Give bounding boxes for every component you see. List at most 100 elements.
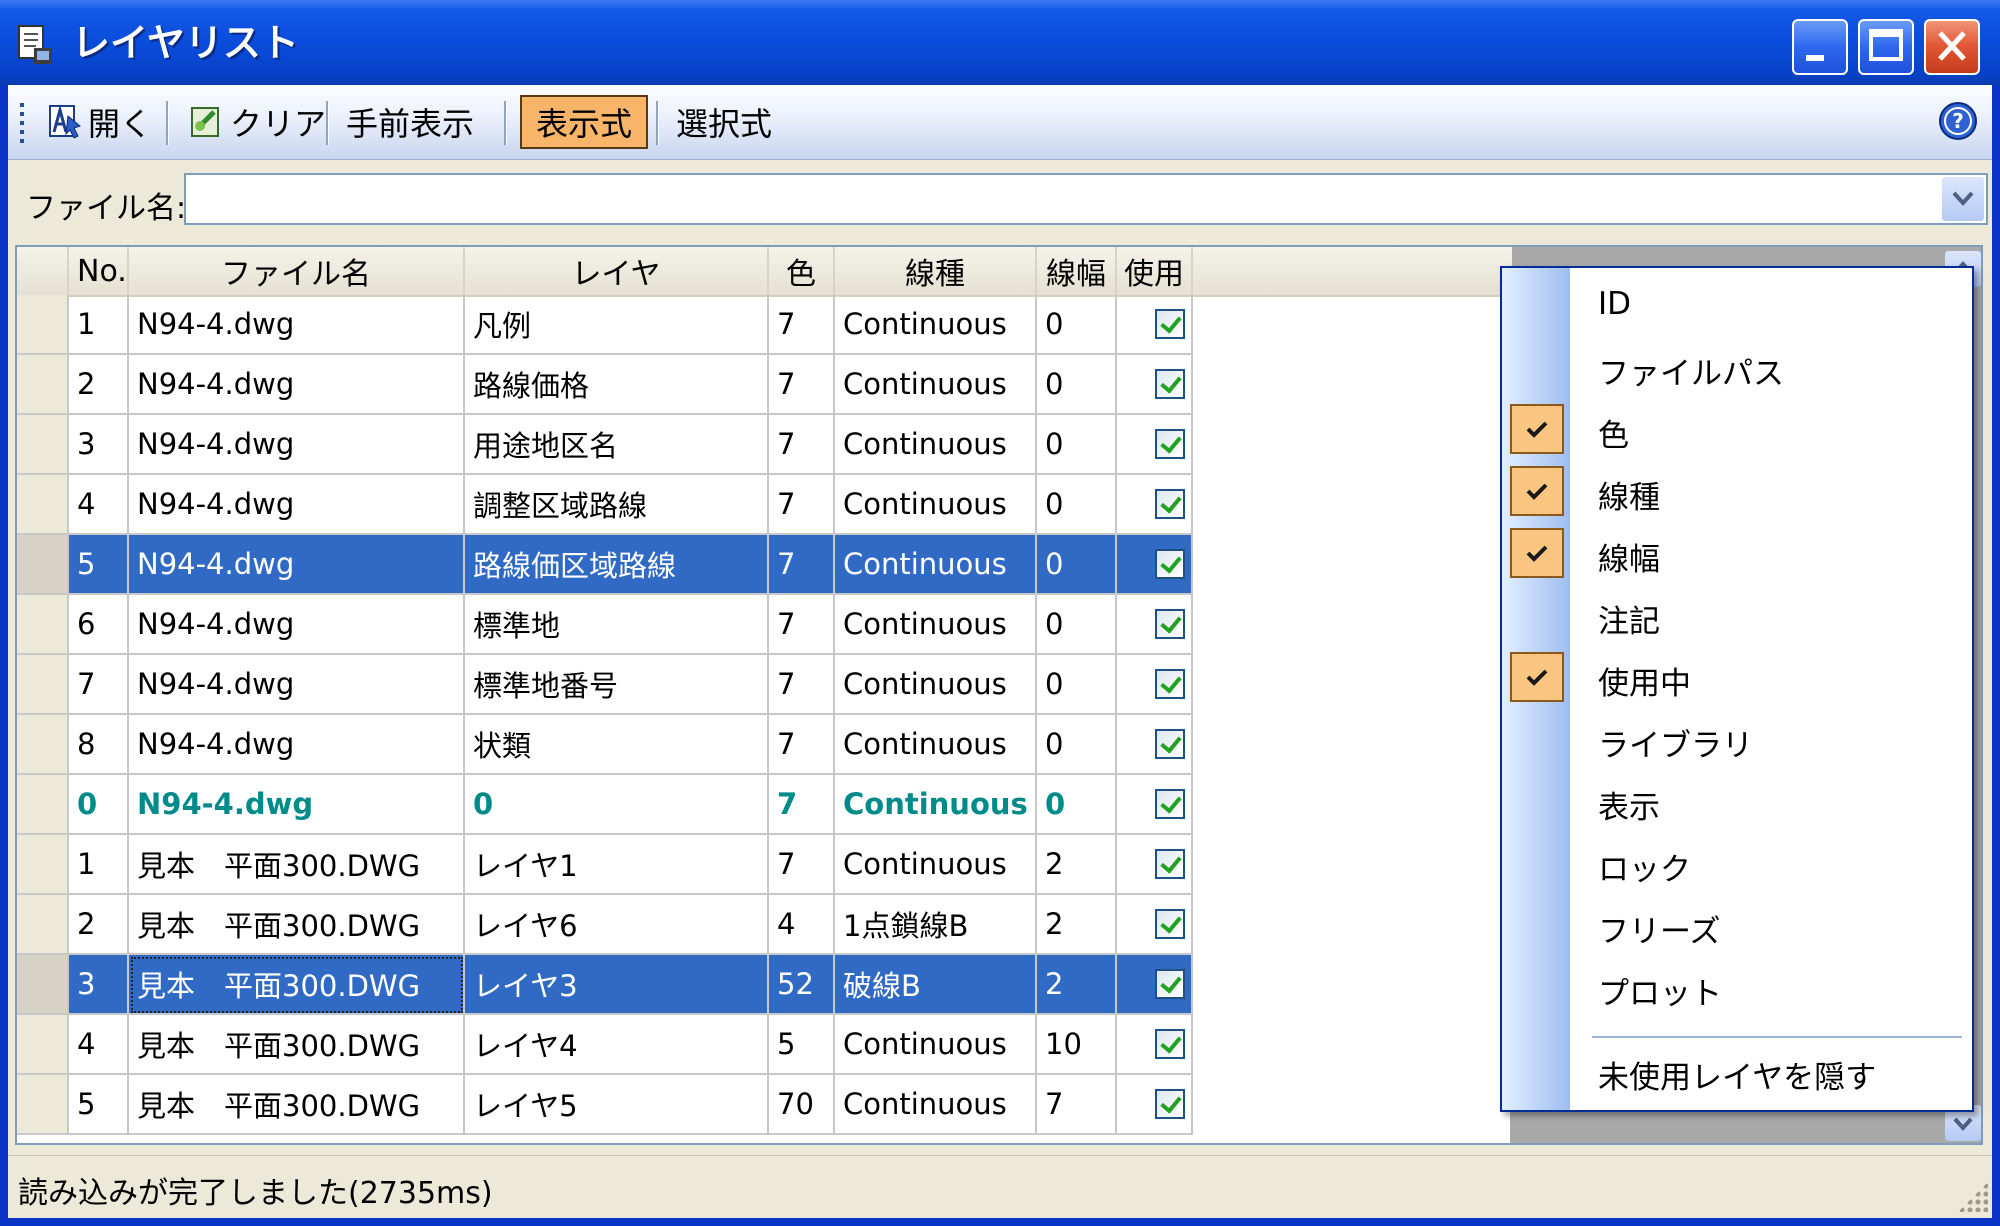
cell-no[interactable]: 3 [69, 955, 129, 1015]
cell-layer[interactable]: 状類 [465, 715, 769, 775]
used-checkbox[interactable] [1155, 549, 1185, 579]
maximize-button[interactable] [1858, 19, 1914, 75]
cell-used[interactable] [1117, 955, 1193, 1015]
cell-no[interactable]: 5 [69, 535, 129, 595]
table-row[interactable]: 3 N94-4.dwg 用途地区名 7 Continuous 0 [17, 415, 1512, 475]
cell-width[interactable]: 0 [1037, 775, 1117, 835]
cell-color[interactable]: 5 [769, 1015, 835, 1075]
cell-linetype[interactable]: Continuous [835, 655, 1037, 715]
cell-used[interactable] [1117, 535, 1193, 595]
cell-no[interactable]: 7 [69, 655, 129, 715]
cell-layer[interactable]: レイヤ4 [465, 1015, 769, 1075]
cell-width[interactable]: 10 [1037, 1015, 1117, 1075]
cell-file[interactable]: 見本 平面300.DWG [129, 1075, 465, 1135]
open-button[interactable]: 開く [36, 95, 160, 149]
used-checkbox[interactable] [1155, 909, 1185, 939]
used-checkbox[interactable] [1155, 669, 1185, 699]
column-header-used[interactable]: 使用 [1117, 247, 1193, 295]
cell-used[interactable] [1117, 1075, 1193, 1135]
cell-color[interactable]: 7 [769, 715, 835, 775]
cell-used[interactable] [1117, 895, 1193, 955]
cell-color[interactable]: 7 [769, 535, 835, 595]
cell-color[interactable]: 7 [769, 295, 835, 355]
cell-file[interactable]: N94-4.dwg [129, 775, 465, 835]
cell-file[interactable]: 見本 平面300.DWG [129, 895, 465, 955]
cell-color[interactable]: 4 [769, 895, 835, 955]
column-header-file[interactable]: ファイル名 [129, 247, 465, 295]
cell-color[interactable]: 7 [769, 655, 835, 715]
cell-linetype[interactable]: Continuous [835, 535, 1037, 595]
cell-layer[interactable]: 用途地区名 [465, 415, 769, 475]
menu-item[interactable]: 注記 [1502, 584, 1972, 646]
cell-linetype[interactable]: 1点鎖線B [835, 895, 1037, 955]
column-header-no[interactable]: No. [69, 247, 129, 295]
cell-file[interactable]: N94-4.dwg [129, 295, 465, 355]
used-checkbox[interactable] [1155, 729, 1185, 759]
minimize-button[interactable] [1792, 19, 1848, 75]
cell-no[interactable]: 1 [69, 295, 129, 355]
select-expression-button[interactable]: 選択式 [668, 95, 780, 149]
cell-width[interactable]: 2 [1037, 955, 1117, 1015]
cell-width[interactable]: 0 [1037, 655, 1117, 715]
clear-button[interactable]: クリア [178, 95, 334, 149]
cell-file[interactable]: N94-4.dwg [129, 475, 465, 535]
close-button[interactable] [1924, 19, 1980, 75]
cell-color[interactable]: 7 [769, 415, 835, 475]
cell-layer[interactable]: 路線価区域路線 [465, 535, 769, 595]
used-checkbox[interactable] [1155, 369, 1185, 399]
cell-color[interactable]: 52 [769, 955, 835, 1015]
cell-used[interactable] [1117, 775, 1193, 835]
menu-item[interactable]: ファイルパス [1502, 336, 1972, 398]
cell-layer[interactable]: 標準地 [465, 595, 769, 655]
used-checkbox[interactable] [1155, 429, 1185, 459]
used-checkbox[interactable] [1155, 849, 1185, 879]
cell-used[interactable] [1117, 1015, 1193, 1075]
table-row[interactable]: 2 N94-4.dwg 路線価格 7 Continuous 0 [17, 355, 1512, 415]
cell-color[interactable]: 7 [769, 775, 835, 835]
bring-front-button[interactable]: 手前表示 [338, 95, 482, 149]
cell-linetype[interactable]: Continuous [835, 1015, 1037, 1075]
used-checkbox[interactable] [1155, 969, 1185, 999]
used-checkbox[interactable] [1155, 609, 1185, 639]
table-row[interactable]: 5 N94-4.dwg 路線価区域路線 7 Continuous 0 [17, 535, 1512, 595]
used-checkbox[interactable] [1155, 309, 1185, 339]
cell-linetype[interactable]: Continuous [835, 775, 1037, 835]
menu-item[interactable]: プロット [1502, 956, 1972, 1018]
row-header[interactable] [17, 895, 69, 955]
resize-grip[interactable] [1958, 1182, 1988, 1212]
table-row[interactable]: 1 N94-4.dwg 凡例 7 Continuous 0 [17, 295, 1512, 355]
row-header[interactable] [17, 415, 69, 475]
menu-item[interactable]: 使用中 [1502, 646, 1972, 708]
used-checkbox[interactable] [1155, 1029, 1185, 1059]
cell-width[interactable]: 0 [1037, 535, 1117, 595]
cell-width[interactable]: 0 [1037, 715, 1117, 775]
cell-width[interactable]: 7 [1037, 1075, 1117, 1135]
row-header[interactable] [17, 595, 69, 655]
cell-used[interactable] [1117, 415, 1193, 475]
column-header-linetype[interactable]: 線種 [835, 247, 1037, 295]
table-row[interactable]: 8 N94-4.dwg 状類 7 Continuous 0 [17, 715, 1512, 775]
table-row[interactable]: 3 見本 平面300.DWG レイヤ3 52 破線B 2 [17, 955, 1512, 1015]
cell-no[interactable]: 3 [69, 415, 129, 475]
cell-layer[interactable]: レイヤ3 [465, 955, 769, 1015]
cell-layer[interactable]: レイヤ1 [465, 835, 769, 895]
cell-linetype[interactable]: Continuous [835, 715, 1037, 775]
menu-item-hide-unused[interactable]: 未使用レイヤを隠す [1502, 1040, 1972, 1102]
cell-file[interactable]: N94-4.dwg [129, 535, 465, 595]
cell-color[interactable]: 70 [769, 1075, 835, 1135]
cell-no[interactable]: 4 [69, 475, 129, 535]
display-expression-button[interactable]: 表示式 [520, 95, 648, 149]
row-header[interactable] [17, 475, 69, 535]
cell-linetype[interactable]: Continuous [835, 1075, 1037, 1135]
cell-no[interactable]: 5 [69, 1075, 129, 1135]
cell-layer[interactable]: 調整区域路線 [465, 475, 769, 535]
cell-linetype[interactable]: Continuous [835, 835, 1037, 895]
filename-combobox[interactable] [184, 173, 1988, 225]
used-checkbox[interactable] [1155, 489, 1185, 519]
cell-file[interactable]: N94-4.dwg [129, 595, 465, 655]
cell-linetype[interactable]: Continuous [835, 295, 1037, 355]
cell-no[interactable]: 4 [69, 1015, 129, 1075]
cell-layer[interactable]: レイヤ6 [465, 895, 769, 955]
cell-no[interactable]: 2 [69, 355, 129, 415]
row-header[interactable] [17, 535, 69, 595]
